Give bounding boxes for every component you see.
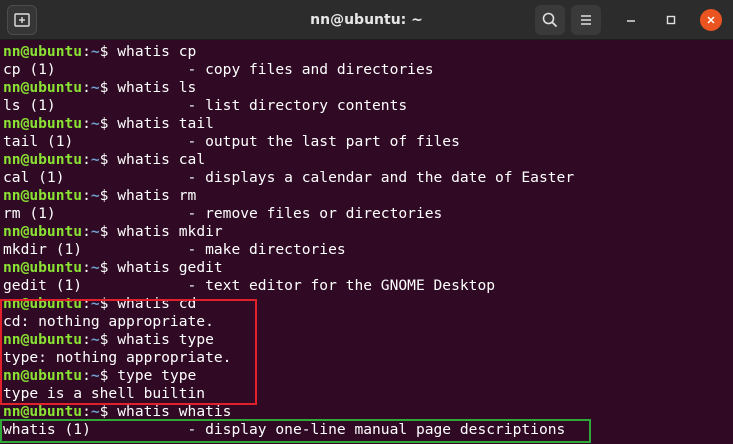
red-highlight-box [0,299,257,405]
prompt-path: ~ [90,43,100,60]
prompt-line: nn@ubuntu:~$ whatis cal [0,151,733,169]
prompt-line: nn@ubuntu:~$ whatis tail [0,115,733,133]
green-highlight-box [0,419,591,443]
prompt-symbol: $ [99,187,118,204]
close-icon [707,16,715,24]
output-line: ls (1) - list directory contents [3,97,408,114]
prompt-symbol: $ [99,151,118,168]
prompt-separator: : [82,151,91,168]
prompt-symbol: $ [99,79,118,96]
search-icon [542,12,557,27]
minimize-button[interactable] [620,9,642,31]
prompt-user: nn@ubuntu [3,223,83,240]
command-text: whatis cp [117,43,197,60]
minimize-icon [627,20,635,22]
prompt-symbol: $ [99,115,118,132]
command-text: whatis tail [117,115,214,132]
prompt-user: nn@ubuntu [3,151,83,168]
prompt-symbol: $ [99,223,118,240]
prompt-line: nn@ubuntu:~$ whatis rm [0,187,733,205]
prompt-path: ~ [90,259,100,276]
output-line: cp (1) - copy files and directories [3,61,434,78]
command-text: whatis ls [117,79,197,96]
maximize-icon [666,15,676,25]
output-line: mkdir (1) - make directories [3,241,346,258]
title-bar[interactable]: nn@ubuntu: ~ [0,0,733,40]
prompt-user: nn@ubuntu [3,43,83,60]
menu-button[interactable] [571,5,601,35]
prompt-user: nn@ubuntu [3,79,83,96]
output-line: cal (1) - displays a calendar and the da… [3,169,575,186]
prompt-line: nn@ubuntu:~$ whatis ls [0,79,733,97]
prompt-user: nn@ubuntu [3,115,83,132]
output-line: gedit (1) - text editor for the GNOME De… [3,277,496,294]
prompt-line: nn@ubuntu:~$ whatis gedit [0,259,733,277]
command-text: whatis whatis [117,403,232,420]
command-text: whatis mkdir [117,223,223,240]
search-button[interactable] [535,5,565,35]
command-text: whatis cal [117,151,206,168]
prompt-path: ~ [90,187,100,204]
prompt-user: nn@ubuntu [3,187,83,204]
output-line: tail (1) - output the last part of files [3,133,460,150]
prompt-path: ~ [90,223,100,240]
prompt-symbol: $ [99,259,118,276]
hamburger-menu-icon [581,15,591,25]
prompt-user: nn@ubuntu [3,403,83,420]
prompt-path: ~ [90,79,100,96]
prompt-separator: : [82,403,91,420]
close-button[interactable] [700,9,722,31]
command-text: whatis rm [117,187,197,204]
command-text: whatis gedit [117,259,223,276]
prompt-separator: : [82,43,91,60]
maximize-button[interactable] [660,9,682,31]
prompt-separator: : [82,259,91,276]
output-line: rm (1) - remove files or directories [3,205,443,222]
prompt-separator: : [82,223,91,240]
terminal-window: nn@ubuntu: ~ nn@ubuntu:~$ whatis cp cp (… [0,0,733,444]
prompt-separator: : [82,115,91,132]
prompt-line: nn@ubuntu:~$ whatis cp [0,43,733,61]
prompt-path: ~ [90,403,100,420]
prompt-path: ~ [90,151,100,168]
prompt-separator: : [82,187,91,204]
prompt-line: nn@ubuntu:~$ whatis mkdir [0,223,733,241]
prompt-separator: : [82,79,91,96]
prompt-path: ~ [90,115,100,132]
prompt-symbol: $ [99,403,118,420]
prompt-symbol: $ [99,43,118,60]
prompt-user: nn@ubuntu [3,259,83,276]
